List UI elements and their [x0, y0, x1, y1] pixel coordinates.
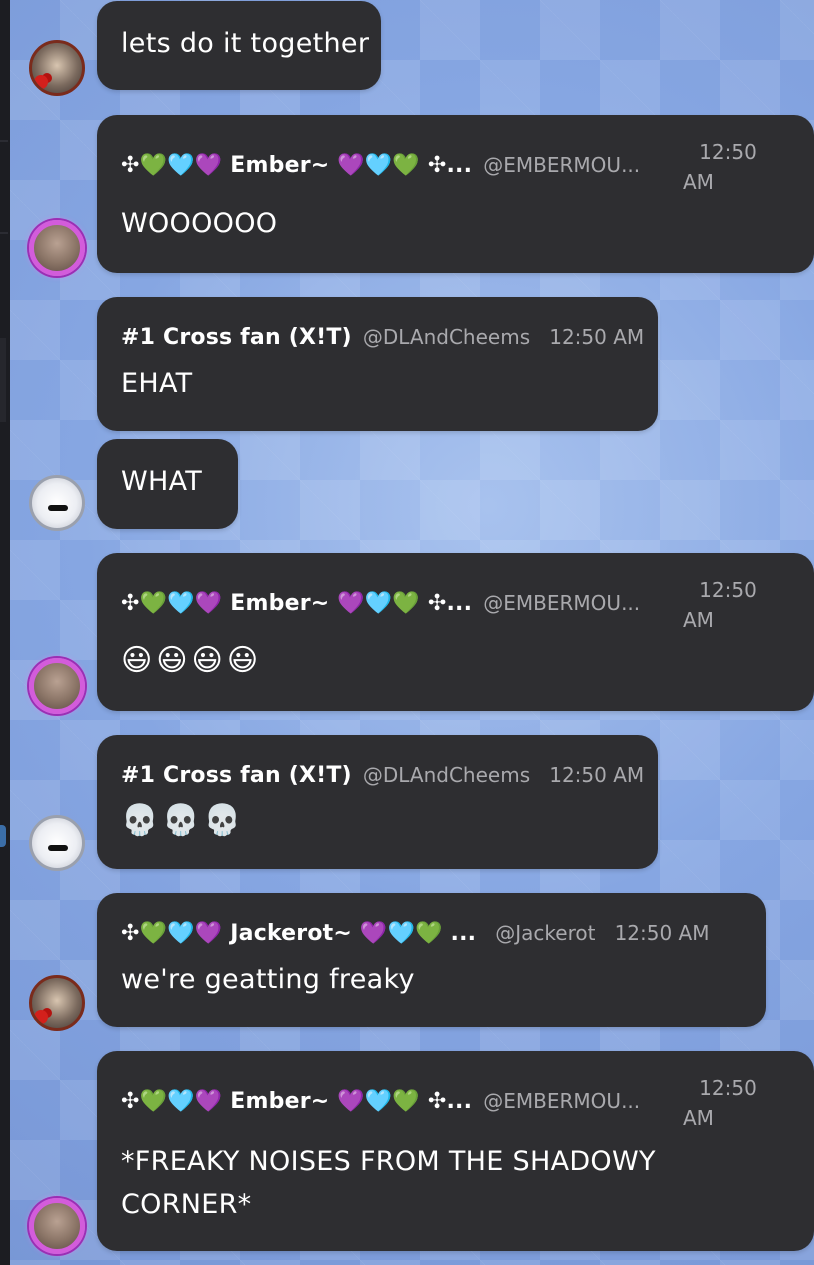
- ember-avatar[interactable]: [29, 1198, 85, 1254]
- message-text-line: *FREAKY NOISES FROM THE SHADOWY: [121, 1146, 656, 1177]
- ember-avatar[interactable]: [29, 220, 85, 276]
- message-header: ✣💚🩵💜 Ember~ 💜🩵💚 ✣... @EMBERMOU...: [121, 153, 640, 178]
- sender-name[interactable]: #1 Cross fan (X!T): [121, 325, 352, 350]
- timestamp: 12:50 AM: [549, 763, 645, 787]
- message-header: #1 Cross fan (X!T) @DLAndCheems 12:50 AM: [121, 325, 644, 350]
- rail-scroll-marker[interactable]: [0, 338, 6, 422]
- sender-name[interactable]: ✣💚🩵💜 Ember~ 💜🩵💚 ✣...: [121, 1089, 472, 1114]
- timestamp: 12:50 AM: [683, 140, 757, 194]
- message-bubble[interactable]: ✣💚🩵💜 Ember~ 💜🩵💚 ✣... @EMBERMOU... 12:50 …: [97, 553, 814, 711]
- timestamp: 12:50 AM: [549, 325, 645, 349]
- rail-divider: [0, 232, 8, 234]
- cross-fan-avatar[interactable]: [29, 475, 85, 531]
- message-text: we're geatting freaky: [121, 964, 415, 995]
- timestamp: 12:50 AM: [683, 1076, 757, 1130]
- sender-handle[interactable]: @EMBERMOU...: [483, 1089, 640, 1113]
- ember-avatar[interactable]: [29, 658, 85, 714]
- message-bubble[interactable]: ✣💚🩵💜 Ember~ 💜🩵💚 ✣... @EMBERMOU... 12:50 …: [97, 115, 814, 273]
- sender-name[interactable]: ✣💚🩵💜 Ember~ 💜🩵💚 ✣...: [121, 153, 472, 178]
- sender-name[interactable]: ✣💚🩵💜 Ember~ 💜🩵💚 ✣...: [121, 591, 472, 616]
- message-text: 💀💀💀: [121, 803, 246, 838]
- message-header: ✣💚🩵💜 Ember~ 💜🩵💚 ✣... @EMBERMOU...: [121, 591, 640, 616]
- sender-handle[interactable]: @DLAndCheems: [363, 763, 530, 787]
- timestamp: 12:50 AM: [683, 578, 757, 632]
- message-text: EHAT: [121, 368, 193, 399]
- rail-divider: [0, 140, 8, 142]
- message-bubble[interactable]: ✣💚🩵💜 Ember~ 💜🩵💚 ✣... @EMBERMOU... 12:50 …: [97, 1051, 814, 1251]
- message-bubble[interactable]: #1 Cross fan (X!T) @DLAndCheems 12:50 AM…: [97, 735, 658, 869]
- rail-indicator: [0, 825, 6, 847]
- message-bubble[interactable]: ✣💚🩵💜 Jackerot~ 💜🩵💚 ... @Jackerot 12:50 A…: [97, 893, 766, 1027]
- message-header: #1 Cross fan (X!T) @DLAndCheems 12:50 AM: [121, 763, 644, 788]
- sender-name[interactable]: ✣💚🩵💜 Jackerot~ 💜🩵💚 ...: [121, 921, 476, 946]
- message-header: ✣💚🩵💜 Ember~ 💜🩵💚 ✣... @EMBERMOU...: [121, 1089, 640, 1114]
- message-header: ✣💚🩵💜 Jackerot~ 💜🩵💚 ... @Jackerot 12:50 A…: [121, 921, 710, 946]
- message-bubble[interactable]: #1 Cross fan (X!T) @DLAndCheems 12:50 AM…: [97, 297, 658, 431]
- timestamp: 12:50 AM: [614, 921, 710, 945]
- cross-fan-avatar[interactable]: [29, 815, 85, 871]
- sender-handle[interactable]: @DLAndCheems: [363, 325, 530, 349]
- jackerot-avatar[interactable]: [29, 975, 85, 1031]
- sender-name[interactable]: #1 Cross fan (X!T): [121, 763, 352, 788]
- message-text: lets do it together: [121, 28, 370, 59]
- sender-handle[interactable]: @EMBERMOU...: [483, 591, 640, 615]
- message-bubble[interactable]: lets do it together: [97, 1, 381, 90]
- message-text: WHAT: [121, 466, 203, 497]
- message-text-line: CORNER*: [121, 1189, 252, 1220]
- sender-handle[interactable]: @Jackerot: [495, 921, 595, 945]
- message-bubble[interactable]: WHAT: [97, 439, 238, 529]
- message-text: 😃😃😃😃: [121, 643, 263, 678]
- left-sidebar-edge: [0, 0, 10, 1265]
- sender-handle[interactable]: @EMBERMOU...: [483, 153, 640, 177]
- jackerot-avatar[interactable]: [29, 40, 85, 96]
- message-text: WOOOOOO: [121, 208, 278, 239]
